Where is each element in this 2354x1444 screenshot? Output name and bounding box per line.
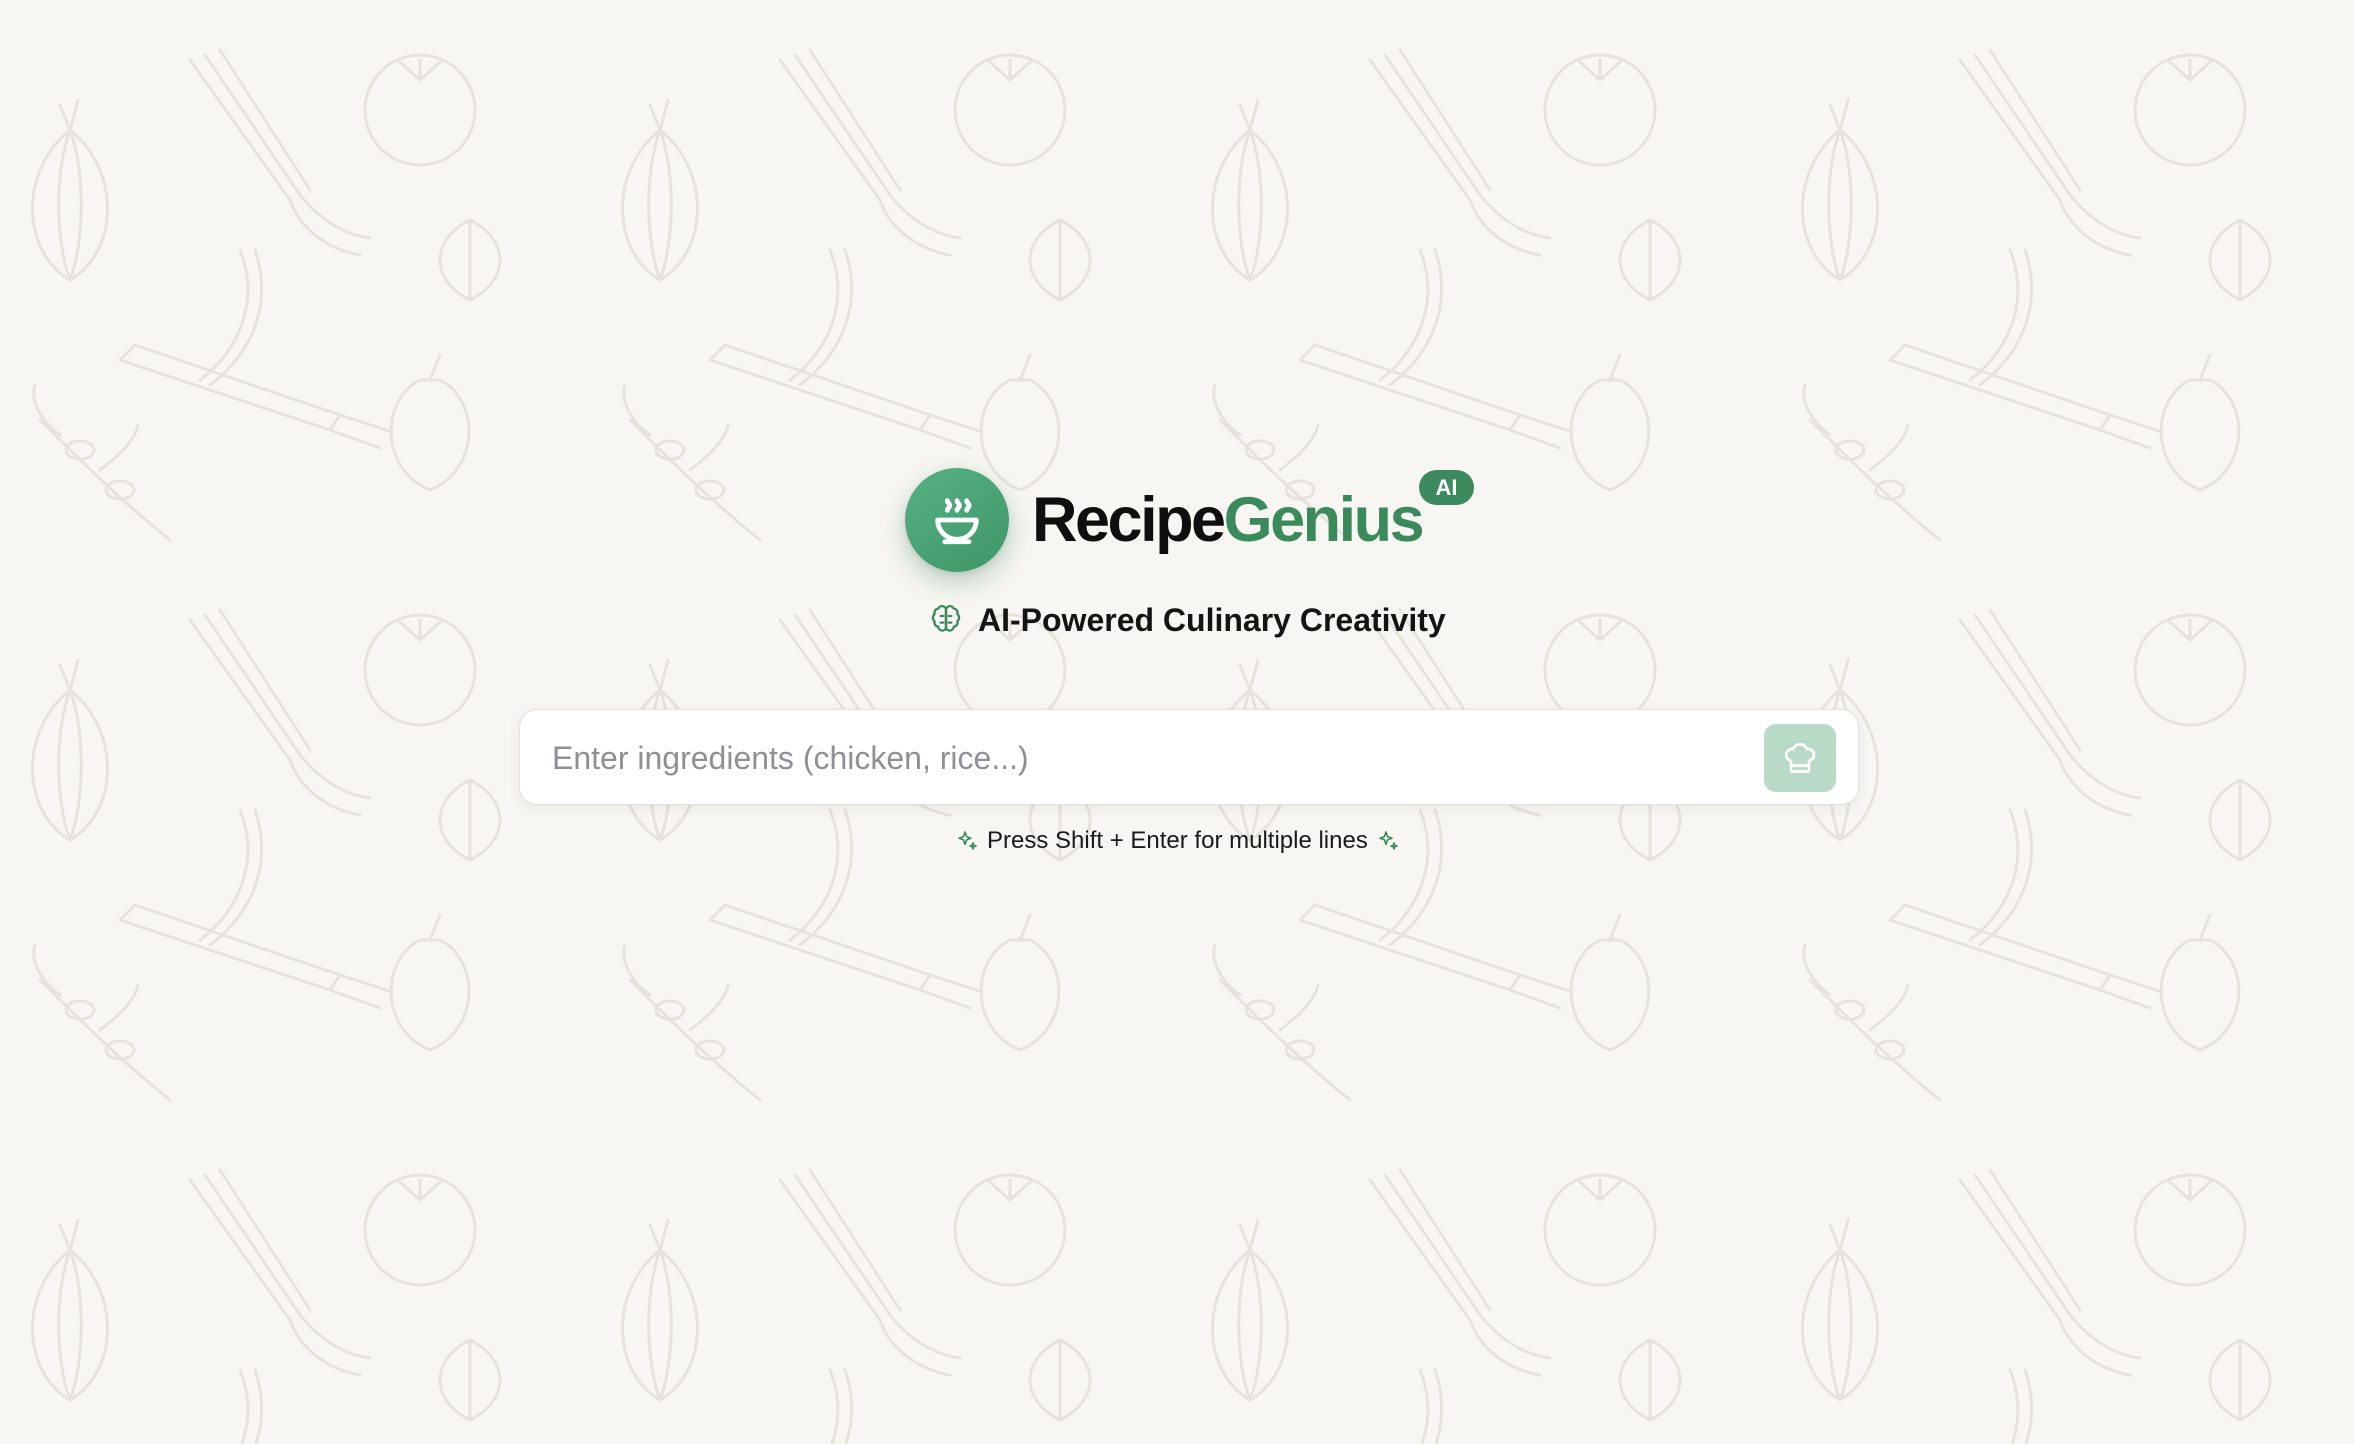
sparkles-icon [958,831,977,850]
main-content: RecipeGenius AI AI-Powered Culinary Crea… [0,0,2354,1444]
tagline-text: AI-Powered Culinary Creativity [978,601,1446,638]
chef-hat-icon [1784,742,1816,773]
generate-recipe-button[interactable] [1764,724,1836,792]
app-title-part1: Recipe [1032,485,1226,555]
app-title: RecipeGenius [1032,478,1425,562]
app-logo [905,468,1009,572]
ai-badge: AI [1419,470,1474,505]
tagline: AI-Powered Culinary Creativity [930,598,1446,642]
brain-icon [931,604,961,632]
app-title-part2: Genius [1223,485,1425,555]
ingredient-input[interactable] [550,710,1754,806]
steaming-bowl-icon [935,498,979,545]
ingredient-search-box [519,709,1859,806]
sparkles-icon [1379,831,1398,850]
hint-text: Press Shift + Enter for multiple lines [987,827,1368,854]
input-hint: Press Shift + Enter for multiple lines [955,824,1400,858]
